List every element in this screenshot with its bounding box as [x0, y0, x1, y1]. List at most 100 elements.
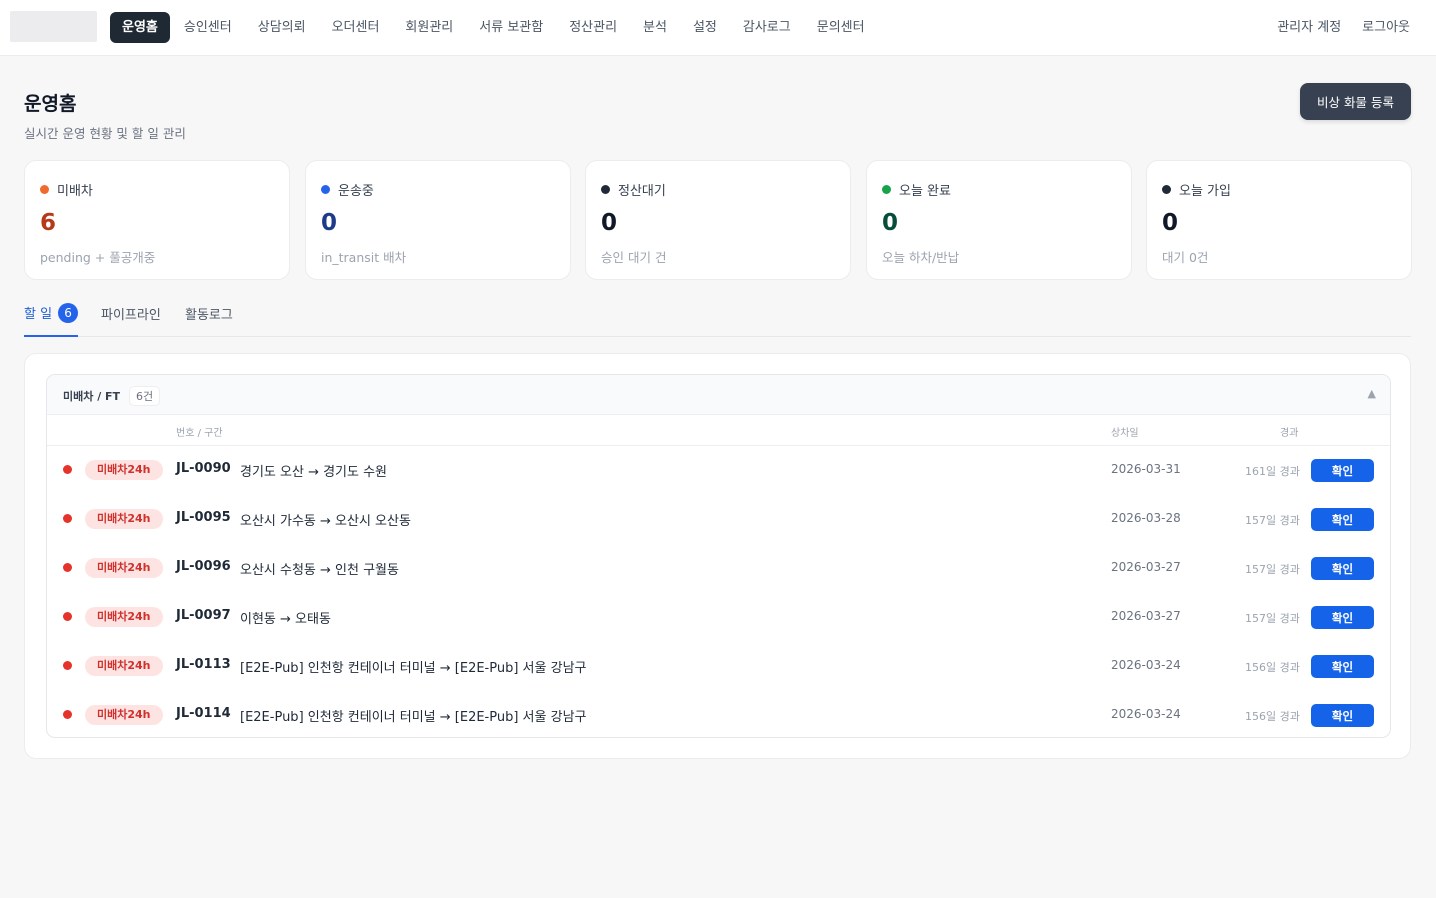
nav-item-settings[interactable]: 설정: [681, 12, 729, 43]
page-subtitle: 실시간 운영 현황 및 할 일 관리: [24, 126, 186, 141]
admin-account-link[interactable]: 관리자 계정: [1277, 12, 1341, 43]
confirm-button[interactable]: 확인: [1311, 459, 1374, 482]
elapsed-days: 157일 경과: [1245, 514, 1300, 527]
elapsed-days: 156일 경과: [1245, 661, 1300, 674]
status-badge: 미배차24h: [85, 656, 163, 676]
status-dot-icon: [40, 185, 49, 194]
stat-card-header: 오늘 완료: [882, 180, 951, 199]
order-route: 오산시 가수동 → 오산시 오산동: [240, 514, 411, 529]
column-header-date: 상차일: [1111, 428, 1139, 439]
elapsed-days: 157일 경과: [1245, 563, 1300, 576]
alert-dot-icon: [63, 661, 72, 670]
order-code: JL-0090: [176, 461, 231, 476]
table-row[interactable]: 미배차24h JL-0095 오산시 가수동 → 오산시 오산동 2026-03…: [47, 495, 1390, 544]
confirm-button[interactable]: 확인: [1311, 606, 1374, 629]
status-dot-icon: [1162, 185, 1171, 194]
nav-item-inquiry-center[interactable]: 문의센터: [805, 12, 877, 43]
confirm-button[interactable]: 확인: [1311, 557, 1374, 580]
tab-pipeline[interactable]: 파이프라인: [101, 300, 161, 337]
nav-item-consulting[interactable]: 상담의뢰: [246, 12, 318, 43]
alert-dot-icon: [63, 514, 72, 523]
stat-label: 미배차: [57, 184, 93, 199]
stat-card-header: 정산대기: [601, 180, 666, 199]
nav-item-analytics[interactable]: 분석: [631, 12, 679, 43]
alert-dot-icon: [63, 612, 72, 621]
elapsed-days: 157일 경과: [1245, 612, 1300, 625]
stat-label: 오늘 가입: [1179, 184, 1231, 199]
table-row[interactable]: 미배차24h JL-0113 [E2E-Pub] 인천항 컨테이너 터미널 → …: [47, 642, 1390, 691]
stat-card-completed-today[interactable]: 오늘 완료 0 오늘 하차/반납: [866, 160, 1132, 280]
stat-description: 대기 0건: [1162, 250, 1209, 265]
logo[interactable]: [10, 11, 97, 42]
page-title: 운영홈: [24, 93, 77, 115]
confirm-button[interactable]: 확인: [1311, 655, 1374, 678]
group-title: 미배차 / FT: [63, 390, 121, 403]
status-badge: 미배차24h: [85, 607, 163, 627]
nav-item-document-storage[interactable]: 서류 보관함: [467, 12, 555, 43]
order-route: [E2E-Pub] 인천항 컨테이너 터미널 → [E2E-Pub] 서울 강남…: [240, 661, 587, 676]
group-header[interactable]: 미배차 / FT 6건 ▲: [47, 375, 1390, 415]
stat-card-settlement-pending[interactable]: 정산대기 0 승인 대기 건: [585, 160, 851, 280]
nav-item-approval-center[interactable]: 승인센터: [172, 12, 244, 43]
alert-dot-icon: [63, 465, 72, 474]
top-navigation-bar: 운영홈 승인센터 상담의뢰 오더센터 회원관리 서류 보관함 정산관리 분석 설…: [0, 0, 1436, 56]
nav-item-members[interactable]: 회원관리: [393, 12, 465, 43]
nav-item-order-center[interactable]: 오더센터: [320, 12, 392, 43]
order-code: JL-0113: [176, 657, 231, 672]
order-code: JL-0097: [176, 608, 231, 623]
stat-label: 오늘 완료: [899, 184, 951, 199]
alert-dot-icon: [63, 710, 72, 719]
stat-card-header: 운송중: [321, 180, 374, 199]
confirm-button[interactable]: 확인: [1311, 508, 1374, 531]
stat-card-signups-today[interactable]: 오늘 가입 0 대기 0건: [1146, 160, 1412, 280]
elapsed-days: 156일 경과: [1245, 710, 1300, 723]
stat-value: 0: [601, 210, 618, 236]
status-dot-icon: [601, 185, 610, 194]
group-count-badge: 6건: [129, 386, 161, 406]
order-route: 이현동 → 오태동: [240, 612, 331, 627]
stat-label: 운송중: [338, 184, 374, 199]
collapse-chevron-icon[interactable]: ▲: [1368, 387, 1376, 400]
status-dot-icon: [321, 185, 330, 194]
status-badge: 미배차24h: [85, 460, 163, 480]
loading-date: 2026-03-31: [1111, 462, 1181, 476]
stat-card-header: 미배차: [40, 180, 93, 199]
stat-description: pending + 풀공개중: [40, 250, 156, 265]
nav-item-settlement[interactable]: 정산관리: [557, 12, 629, 43]
table-row[interactable]: 미배차24h JL-0114 [E2E-Pub] 인천항 컨테이너 터미널 → …: [47, 691, 1390, 737]
loading-date: 2026-03-27: [1111, 560, 1181, 574]
tab-todo[interactable]: 할 일 6: [24, 300, 79, 337]
stat-description: in_transit 배차: [321, 250, 407, 265]
tab-todo-label: 할 일: [24, 307, 53, 322]
stat-value: 0: [321, 210, 338, 236]
main-nav: 운영홈 승인센터 상담의뢰 오더센터 회원관리 서류 보관함 정산관리 분석 설…: [110, 12, 879, 43]
account-menu: 관리자 계정 로그아웃: [1256, 12, 1410, 43]
emergency-cargo-button[interactable]: 비상 화물 등록: [1300, 83, 1411, 120]
order-code: JL-0096: [176, 559, 231, 574]
elapsed-days: 161일 경과: [1245, 465, 1300, 478]
status-badge: 미배차24h: [85, 705, 163, 725]
logout-link[interactable]: 로그아웃: [1362, 12, 1410, 43]
stat-card-in-transit[interactable]: 운송중 0 in_transit 배차: [305, 160, 571, 280]
table-row[interactable]: 미배차24h JL-0090 경기도 오산 → 경기도 수원 2026-03-3…: [47, 446, 1390, 495]
alert-dot-icon: [63, 563, 72, 572]
unassigned-group: 미배차 / FT 6건 ▲ 번호 / 구간 상차일 경과 미배차24h JL-0…: [46, 374, 1391, 738]
todo-panel: 미배차 / FT 6건 ▲ 번호 / 구간 상차일 경과 미배차24h JL-0…: [24, 353, 1411, 759]
loading-date: 2026-03-27: [1111, 609, 1181, 623]
column-header-number-route: 번호 / 구간: [176, 428, 223, 439]
stat-label: 정산대기: [618, 184, 666, 199]
order-code: JL-0114: [176, 706, 231, 721]
nav-item-audit-log[interactable]: 감사로그: [731, 12, 803, 43]
tab-activity-log[interactable]: 활동로그: [185, 300, 233, 337]
loading-date: 2026-03-28: [1111, 511, 1181, 525]
confirm-button[interactable]: 확인: [1311, 704, 1374, 727]
stat-value: 0: [882, 210, 899, 236]
stat-value: 6: [40, 210, 57, 236]
nav-item-operations-home[interactable]: 운영홈: [110, 12, 170, 43]
table-row[interactable]: 미배차24h JL-0096 오산시 수청동 → 인천 구월동 2026-03-…: [47, 544, 1390, 593]
stat-value: 0: [1162, 210, 1179, 236]
table-row[interactable]: 미배차24h JL-0097 이현동 → 오태동 2026-03-27 157일…: [47, 593, 1390, 642]
order-route: [E2E-Pub] 인천항 컨테이너 터미널 → [E2E-Pub] 서울 강남…: [240, 710, 587, 725]
stat-card-unassigned[interactable]: 미배차 6 pending + 풀공개중: [24, 160, 290, 280]
order-route: 오산시 수청동 → 인천 구월동: [240, 563, 399, 578]
